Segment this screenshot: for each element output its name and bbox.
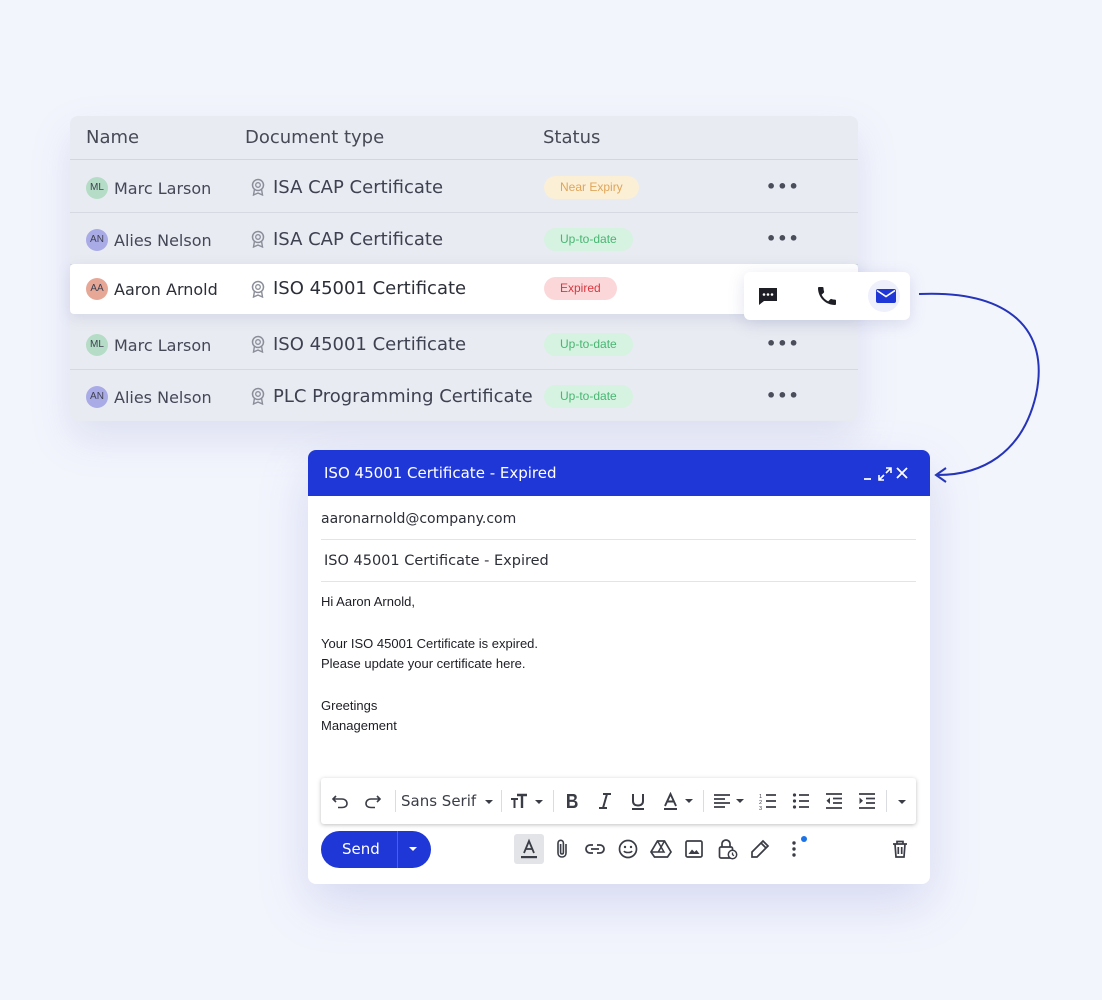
- notification-dot: [801, 836, 807, 842]
- text-color-icon[interactable]: [663, 792, 695, 810]
- signature-pen-icon[interactable]: [748, 837, 772, 861]
- italic-icon[interactable]: [597, 792, 613, 810]
- body-signature: Management: [321, 718, 397, 733]
- body-signoff: Greetings: [321, 698, 378, 713]
- emoji-icon[interactable]: [616, 837, 640, 861]
- toolbar-divider: [501, 790, 502, 812]
- recipient-field[interactable]: aaronarnold@company.com: [321, 497, 916, 540]
- insert-photo-icon[interactable]: [682, 837, 706, 861]
- bulleted-list-icon[interactable]: [792, 792, 810, 810]
- body-line-2: Please update your certificate here.: [321, 656, 526, 671]
- subject-field[interactable]: ISO 45001 Certificate - Expired: [321, 539, 916, 582]
- send-label: Send: [342, 840, 380, 858]
- chevron-down-icon[interactable]: [483, 792, 495, 810]
- toolbar-divider: [395, 790, 396, 812]
- send-divider: [397, 831, 398, 868]
- body-greeting: Hi Aaron Arnold,: [321, 594, 415, 609]
- send-options-icon[interactable]: [407, 845, 419, 855]
- toolbar-divider: [553, 790, 554, 812]
- formatting-toolbar: Sans Serif 1 2 3: [321, 778, 916, 824]
- indent-more-icon[interactable]: [858, 792, 876, 810]
- font-size-icon[interactable]: [509, 792, 545, 810]
- underline-icon[interactable]: [630, 792, 646, 810]
- more-formatting-icon[interactable]: [896, 792, 908, 810]
- attach-file-icon[interactable]: [550, 837, 574, 861]
- redo-icon[interactable]: [364, 792, 382, 810]
- formatting-options-icon[interactable]: [517, 837, 541, 861]
- body-line-1: Your ISO 45001 Certificate is expired.: [321, 636, 539, 651]
- confidential-mode-icon[interactable]: [715, 837, 739, 861]
- expand-icon[interactable]: [877, 466, 893, 482]
- toolbar-divider: [886, 790, 887, 812]
- bold-icon[interactable]: [564, 792, 580, 810]
- drive-icon[interactable]: [649, 837, 673, 861]
- indent-less-icon[interactable]: [825, 792, 843, 810]
- font-family-select[interactable]: Sans Serif: [401, 792, 476, 810]
- delete-icon[interactable]: [888, 837, 912, 861]
- svg-text:3: 3: [759, 806, 762, 810]
- insert-link-icon[interactable]: [583, 837, 607, 861]
- email-compose-window: ISO 45001 Certificate - Expired aaronarn…: [308, 450, 930, 884]
- align-icon[interactable]: [713, 792, 747, 810]
- compose-header: ISO 45001 Certificate - Expired: [308, 450, 930, 496]
- subject-value: ISO 45001 Certificate - Expired: [324, 553, 549, 569]
- toolbar-divider: [703, 790, 704, 812]
- compose-title: ISO 45001 Certificate - Expired: [324, 464, 557, 482]
- minimize-icon[interactable]: [862, 467, 874, 481]
- undo-icon[interactable]: [331, 792, 349, 810]
- send-button[interactable]: Send: [321, 831, 431, 868]
- recipient-value: aaronarnold@company.com: [321, 511, 517, 527]
- numbered-list-icon[interactable]: 1 2 3: [759, 792, 777, 810]
- close-icon[interactable]: [896, 467, 908, 479]
